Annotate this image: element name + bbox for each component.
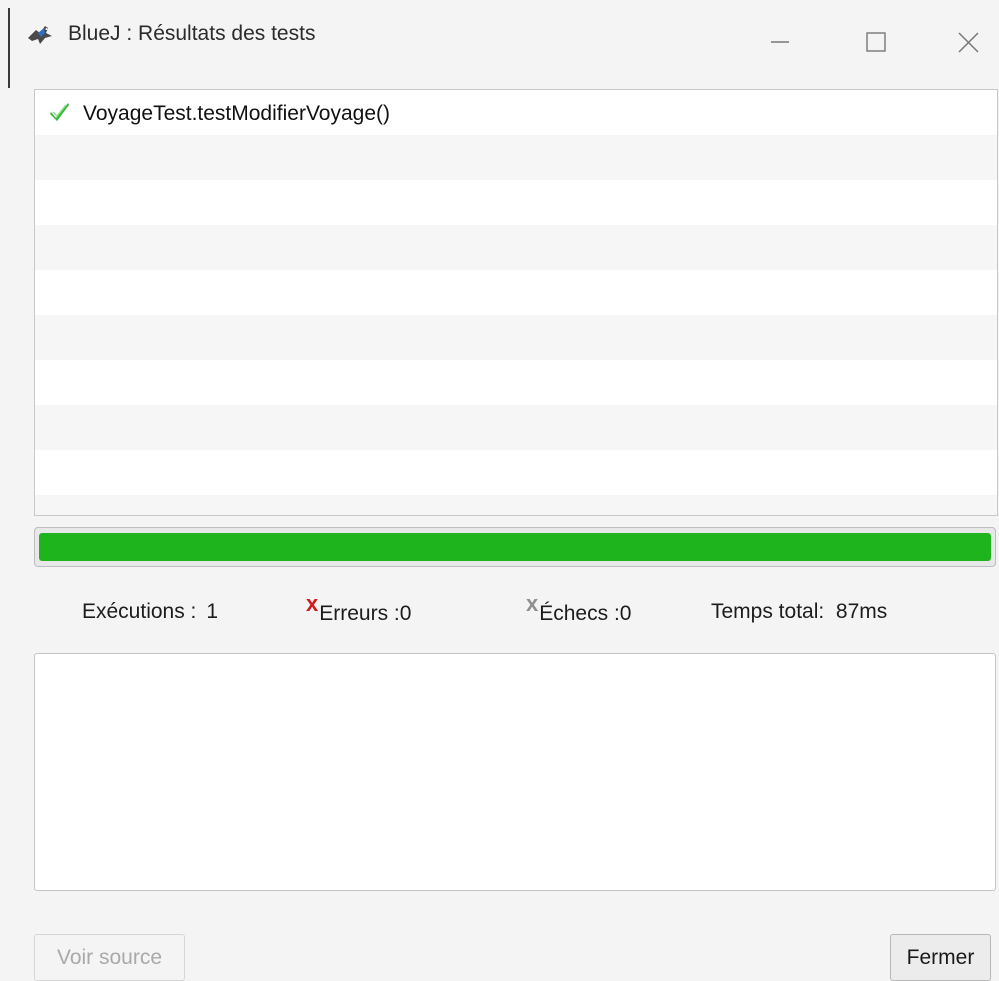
bluej-bird-icon xyxy=(27,24,52,44)
empty-row xyxy=(35,360,997,405)
empty-row xyxy=(35,225,997,270)
view-source-label: Voir source xyxy=(56,945,163,969)
errors-stat: xErreurs :0 xyxy=(306,591,412,626)
minimize-button[interactable] xyxy=(755,14,801,56)
failures-value: 0 xyxy=(619,602,632,625)
time-value: 87ms xyxy=(835,600,888,623)
test-results-window: BlueJ : Résultats des tests VoyageTest.t… xyxy=(8,8,999,981)
errors-value: 0 xyxy=(399,602,412,625)
time-stat: Temps total: 87ms xyxy=(711,600,887,624)
test-results-list[interactable]: VoyageTest.testModifierVoyage() xyxy=(34,89,998,516)
errors-label: Erreurs : xyxy=(319,602,400,625)
failures-stat: xÉchecs :0 xyxy=(526,591,632,626)
close-window-button[interactable] xyxy=(944,14,990,56)
progress-bar xyxy=(34,527,996,567)
empty-row xyxy=(35,315,997,360)
check-icon xyxy=(49,100,71,122)
progress-fill xyxy=(39,533,991,561)
empty-row xyxy=(35,135,997,180)
empty-row xyxy=(35,450,997,495)
list-item[interactable]: VoyageTest.testModifierVoyage() xyxy=(35,90,997,135)
empty-row xyxy=(35,495,997,515)
empty-row xyxy=(35,405,997,450)
maximize-button[interactable] xyxy=(853,14,899,56)
runs-value: 1 xyxy=(206,600,219,623)
empty-row xyxy=(35,180,997,225)
runs-label: Exécutions : xyxy=(82,600,197,623)
failures-label: Échecs : xyxy=(539,602,620,625)
failure-details-area[interactable] xyxy=(34,653,996,891)
minimize-icon xyxy=(771,41,789,43)
close-icon xyxy=(958,32,979,53)
close-button[interactable]: Fermer xyxy=(890,934,991,981)
close-button-label: Fermer xyxy=(906,945,975,969)
failure-x-icon: x xyxy=(526,591,539,616)
runs-stat: Exécutions : 1 xyxy=(82,600,218,624)
time-label: Temps total: xyxy=(711,600,825,623)
test-name: VoyageTest.testModifierVoyage() xyxy=(83,102,391,125)
title-bar[interactable]: BlueJ : Résultats des tests xyxy=(8,8,999,62)
view-source-button[interactable]: Voir source xyxy=(34,934,185,981)
maximize-icon xyxy=(866,32,886,52)
window-title: BlueJ : Résultats des tests xyxy=(68,22,316,45)
empty-row xyxy=(35,270,997,315)
error-x-icon: x xyxy=(306,591,319,616)
